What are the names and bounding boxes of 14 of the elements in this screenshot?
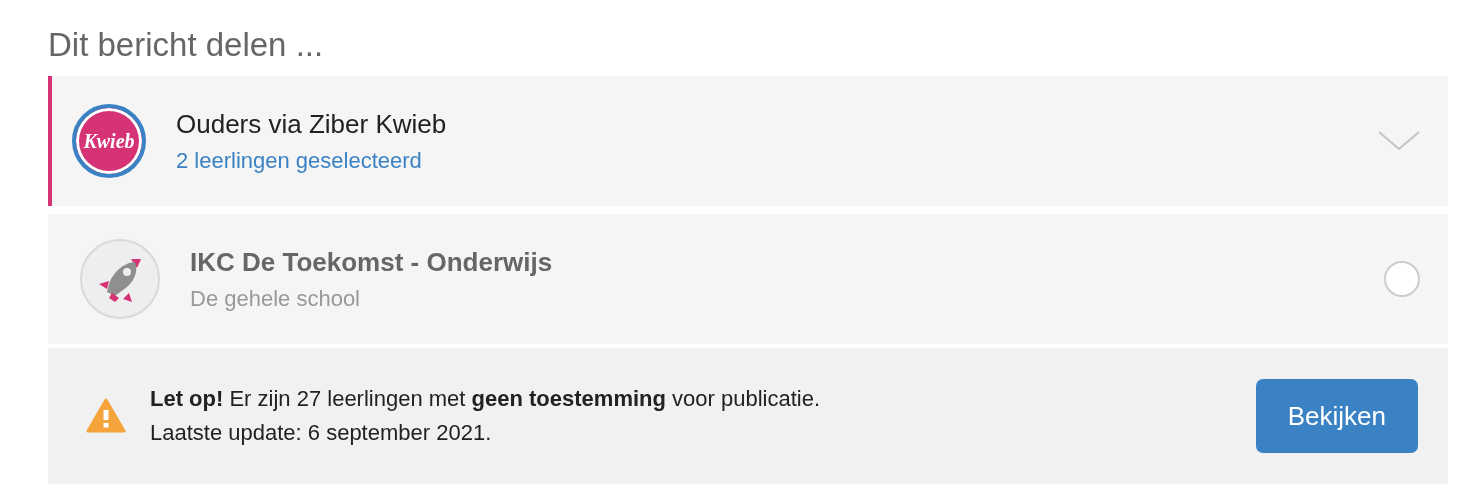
logo-badge: Kwieb <box>72 104 146 178</box>
page-heading: Dit bericht delen ... <box>48 26 325 64</box>
share-option[interactable]: Kwieb Ouders via Ziber Kwieb 2 leerlingen geselecteerd <box>48 76 1448 206</box>
warning-icon <box>86 398 126 434</box>
share-option[interactable]: IKC De Toekomst - Onderwijs De gehele school <box>48 214 1448 344</box>
chevron-down-icon[interactable] <box>1378 131 1420 151</box>
option-title: IKC De Toekomst - Onderwijs <box>190 246 554 278</box>
selection-link[interactable]: 2 leerlingen geselecteerd <box>176 147 1378 174</box>
option-title: Ouders via Ziber Kwieb <box>176 108 448 140</box>
notice-text: Laatste update: 6 september 2021. <box>150 419 493 447</box>
radio-button[interactable] <box>1384 261 1420 297</box>
notice-text: Let op! Er zijn 27 leerlingen met geen toestemming voor publicatie. <box>150 385 822 413</box>
option-subtitle: De gehele school <box>190 285 361 312</box>
view-button[interactable]: Bekijken <box>1255 379 1418 453</box>
